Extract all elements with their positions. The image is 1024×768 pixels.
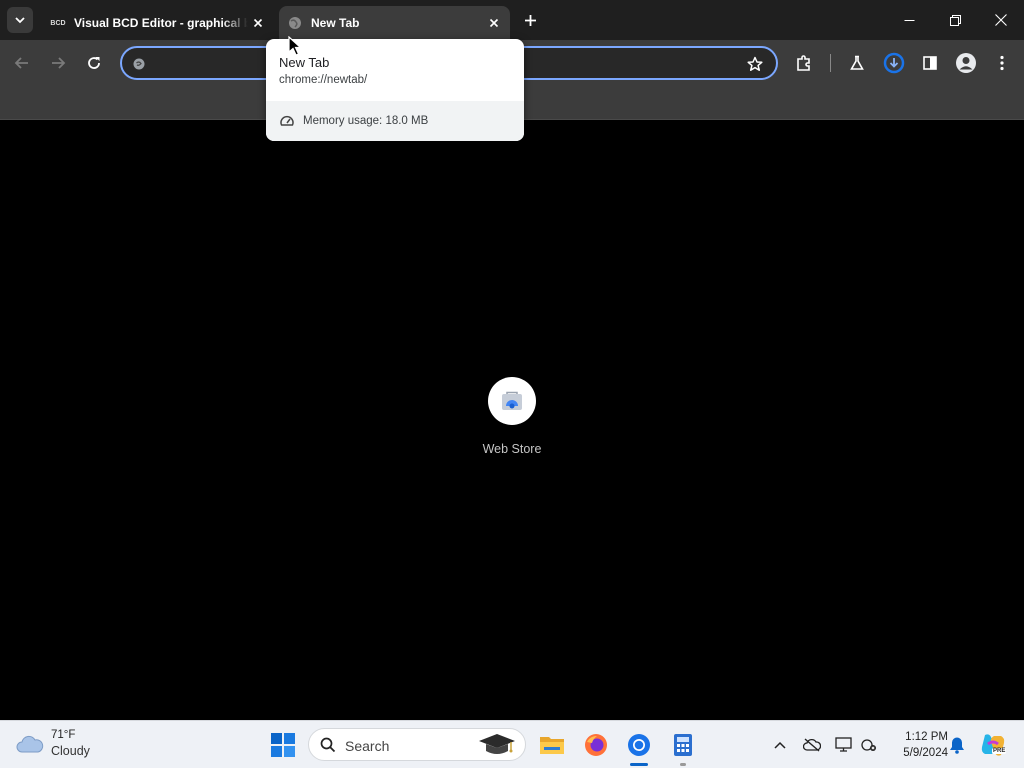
new-tab-button[interactable] (518, 8, 542, 32)
chevron-up-icon (774, 741, 786, 749)
tab-strip: BCD Visual BCD Editor - graphical boot c… (0, 0, 1024, 40)
chrome-running-indicator (630, 763, 648, 766)
copilot-pre-badge: PRE (992, 748, 1007, 754)
settings-sync-icon (861, 739, 876, 751)
side-panel-icon (923, 56, 937, 70)
show-hidden-icons-button[interactable] (769, 735, 791, 755)
shortcut-tile (488, 377, 536, 425)
minimize-button[interactable] (886, 0, 932, 40)
downloads-button[interactable] (879, 48, 909, 78)
clock-date: 5/9/2024 (903, 747, 948, 759)
profile-icon (956, 53, 976, 73)
shortcut-label: Web Store (482, 442, 542, 456)
calculator-running-indicator (680, 763, 686, 766)
more-menu-button[interactable] (987, 48, 1017, 78)
back-arrow-icon (14, 57, 28, 69)
taskbar-clock[interactable]: 1:12 PM 5/9/2024 (884, 729, 948, 761)
onedrive-button[interactable] (801, 735, 823, 755)
hover-card-title: New Tab (279, 55, 330, 70)
minimize-icon (904, 19, 914, 21)
tab-close-button[interactable] (484, 13, 504, 33)
bookmark-star-button[interactable] (744, 53, 766, 75)
tab-search-button[interactable] (7, 7, 33, 33)
memory-gauge-icon (280, 115, 294, 126)
profile-button[interactable] (951, 48, 981, 78)
cloud-offline-icon (803, 738, 821, 752)
tab-close-button[interactable] (248, 13, 268, 33)
close-icon (995, 14, 1007, 26)
tab-title: Visual BCD Editor - graphical boot confi… (74, 16, 248, 30)
firefox-icon (585, 734, 607, 756)
display-icon (835, 737, 852, 752)
display-button[interactable] (833, 735, 855, 755)
copilot-button[interactable]: PRE (978, 731, 1008, 759)
settings-sync-button[interactable] (858, 735, 880, 755)
tab-title: New Tab (311, 16, 360, 30)
notifications-button[interactable] (946, 735, 968, 755)
mouse-cursor-icon (288, 36, 302, 56)
file-explorer-icon (540, 737, 564, 754)
close-window-button[interactable] (978, 0, 1024, 40)
tab-new-tab[interactable]: New Tab (279, 6, 510, 40)
start-button[interactable] (268, 730, 298, 760)
globe-icon (287, 15, 303, 31)
search-icon (320, 737, 336, 753)
labs-button[interactable] (842, 48, 872, 78)
reload-button[interactable] (79, 48, 109, 78)
windows-taskbar: 71°F Cloudy Search 1:12 PM 5/9/2024 PRE (0, 720, 1024, 768)
chrome-icon (628, 734, 650, 756)
memory-usage-text: Memory usage: 18.0 MB (303, 115, 429, 127)
cloud-icon (16, 735, 44, 753)
plus-icon (524, 14, 536, 26)
chrome-button[interactable] (624, 730, 654, 760)
extensions-icon (797, 55, 810, 71)
close-icon (253, 18, 263, 28)
copilot-icon (981, 734, 1005, 756)
more-icon (1000, 55, 1004, 71)
shortcut-web-store[interactable]: Web Store (472, 377, 552, 467)
back-button[interactable] (7, 48, 37, 78)
reload-icon (88, 57, 100, 69)
extensions-button[interactable] (789, 48, 819, 78)
weather-temp: 71°F (51, 729, 76, 741)
bcd-favicon-icon: BCD (50, 19, 66, 27)
weather-condition: Cloudy (51, 744, 90, 758)
download-icon (883, 52, 905, 74)
search-label: Search (345, 738, 390, 754)
forward-button[interactable] (43, 48, 73, 78)
web-store-icon (502, 391, 522, 410)
star-icon (747, 56, 763, 71)
toolbar-divider (830, 54, 831, 72)
firefox-button[interactable] (581, 730, 611, 760)
close-icon (489, 18, 499, 28)
tab-search-icon (15, 17, 25, 24)
restore-button[interactable] (932, 0, 978, 40)
windows-start-icon (271, 733, 295, 757)
bell-icon (950, 737, 964, 754)
taskbar-search[interactable]: Search (308, 728, 526, 761)
hover-card-memory: Memory usage: 18.0 MB (266, 101, 524, 141)
calculator-button[interactable] (668, 730, 698, 760)
graduation-cap-icon (479, 734, 515, 754)
forward-arrow-icon (52, 57, 66, 69)
side-panel-button[interactable] (915, 48, 945, 78)
labs-icon (850, 55, 864, 70)
tab-hover-card: New Tab chrome://newtab/ Memory usage: 1… (266, 39, 524, 141)
page-info-icon[interactable] (130, 55, 148, 73)
calculator-icon (674, 734, 692, 756)
clock-time: 1:12 PM (905, 731, 948, 743)
restore-icon (949, 14, 961, 26)
hover-card-url: chrome://newtab/ (279, 74, 368, 86)
tab-visual-bcd-editor[interactable]: BCD Visual BCD Editor - graphical boot c… (42, 6, 274, 40)
file-explorer-button[interactable] (537, 730, 567, 760)
